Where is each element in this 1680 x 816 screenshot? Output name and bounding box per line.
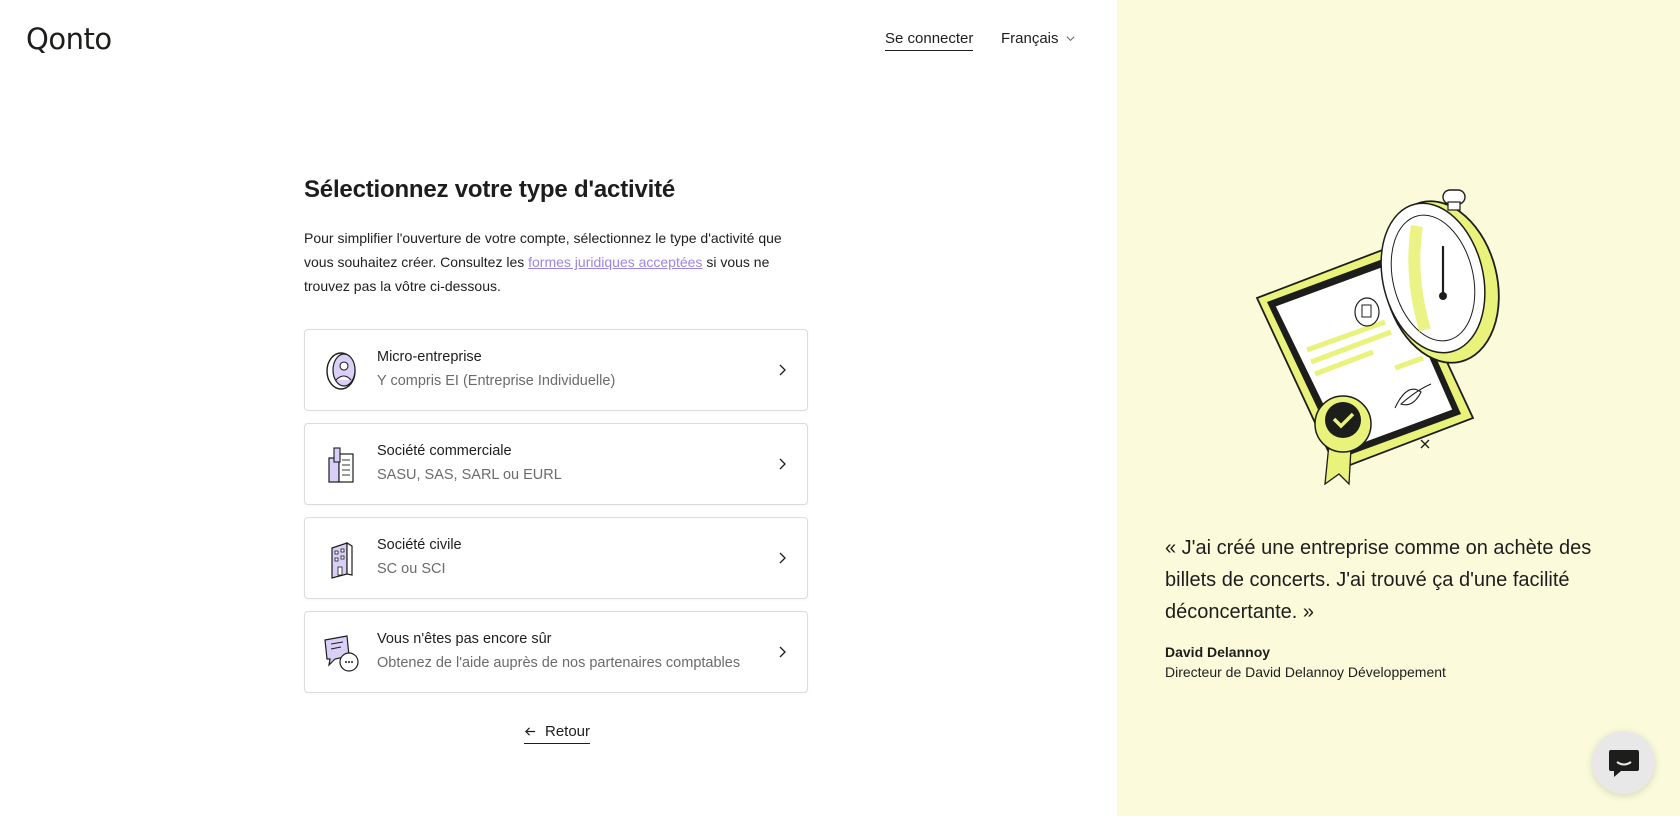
qonto-logo[interactable]: Qonto [26,22,112,56]
chat-widget-button[interactable] [1592,731,1655,794]
option-card-pas-encore-sur[interactable]: Vous n'êtes pas encore sûr Obtenez de l'… [304,611,808,693]
option-title: Micro-entreprise [377,349,482,365]
commercial-company-icon [328,447,354,483]
testimonial-author: David Delannoy [1165,644,1271,660]
option-card-micro-entreprise[interactable]: Micro-entreprise Y compris EI (Entrepris… [304,329,808,411]
language-select[interactable]: Français [1001,30,1076,47]
option-title: Vous n'êtes pas encore sûr [377,631,552,647]
option-title: Société commerciale [377,443,512,459]
chevron-right-icon [779,364,786,376]
option-card-societe-commerciale[interactable]: Société commerciale SASU, SAS, SARL ou E… [304,423,808,505]
chevron-down-icon [1065,36,1075,42]
testimonial-author-role: Directeur de David Delannoy Développemen… [1165,664,1446,680]
main-panel: Qonto Se connecter Français Sélectionnez… [0,0,1117,816]
testimonial-quote: « J'ai créé une entreprise comme on achè… [1165,537,1592,623]
option-subtitle: SC ou SCI [377,561,446,577]
accepted-legal-forms-link[interactable]: formes juridiques acceptées [528,254,702,270]
chat-bubble-icon [1608,749,1639,777]
back-button[interactable]: Retour [524,723,591,744]
option-title: Société civile [377,537,462,553]
chevron-right-icon [779,552,786,564]
back-label: Retour [545,723,591,740]
signed-contract-stopwatch-illustration [1255,189,1500,486]
arrow-left-icon [525,727,536,736]
option-subtitle: Obtenez de l'aide auprès de nos partenai… [377,655,741,671]
chat-help-icon [324,635,359,672]
login-link[interactable]: Se connecter [885,30,974,51]
option-subtitle: SASU, SAS, SARL ou EURL [377,467,562,483]
chevron-right-icon [779,458,786,470]
language-label: Français [1001,30,1059,47]
chevron-right-icon [779,646,786,658]
micro-business-icon [326,352,356,390]
building-icon [331,541,353,579]
intro-text: Pour simplifier l'ouverture de votre com… [304,226,792,298]
option-subtitle: Y compris EI (Entreprise Individuelle) [377,373,616,389]
option-card-societe-civile[interactable]: Société civile SC ou SCI [304,517,808,599]
page-title: Sélectionnez votre type d'activité [304,176,676,203]
